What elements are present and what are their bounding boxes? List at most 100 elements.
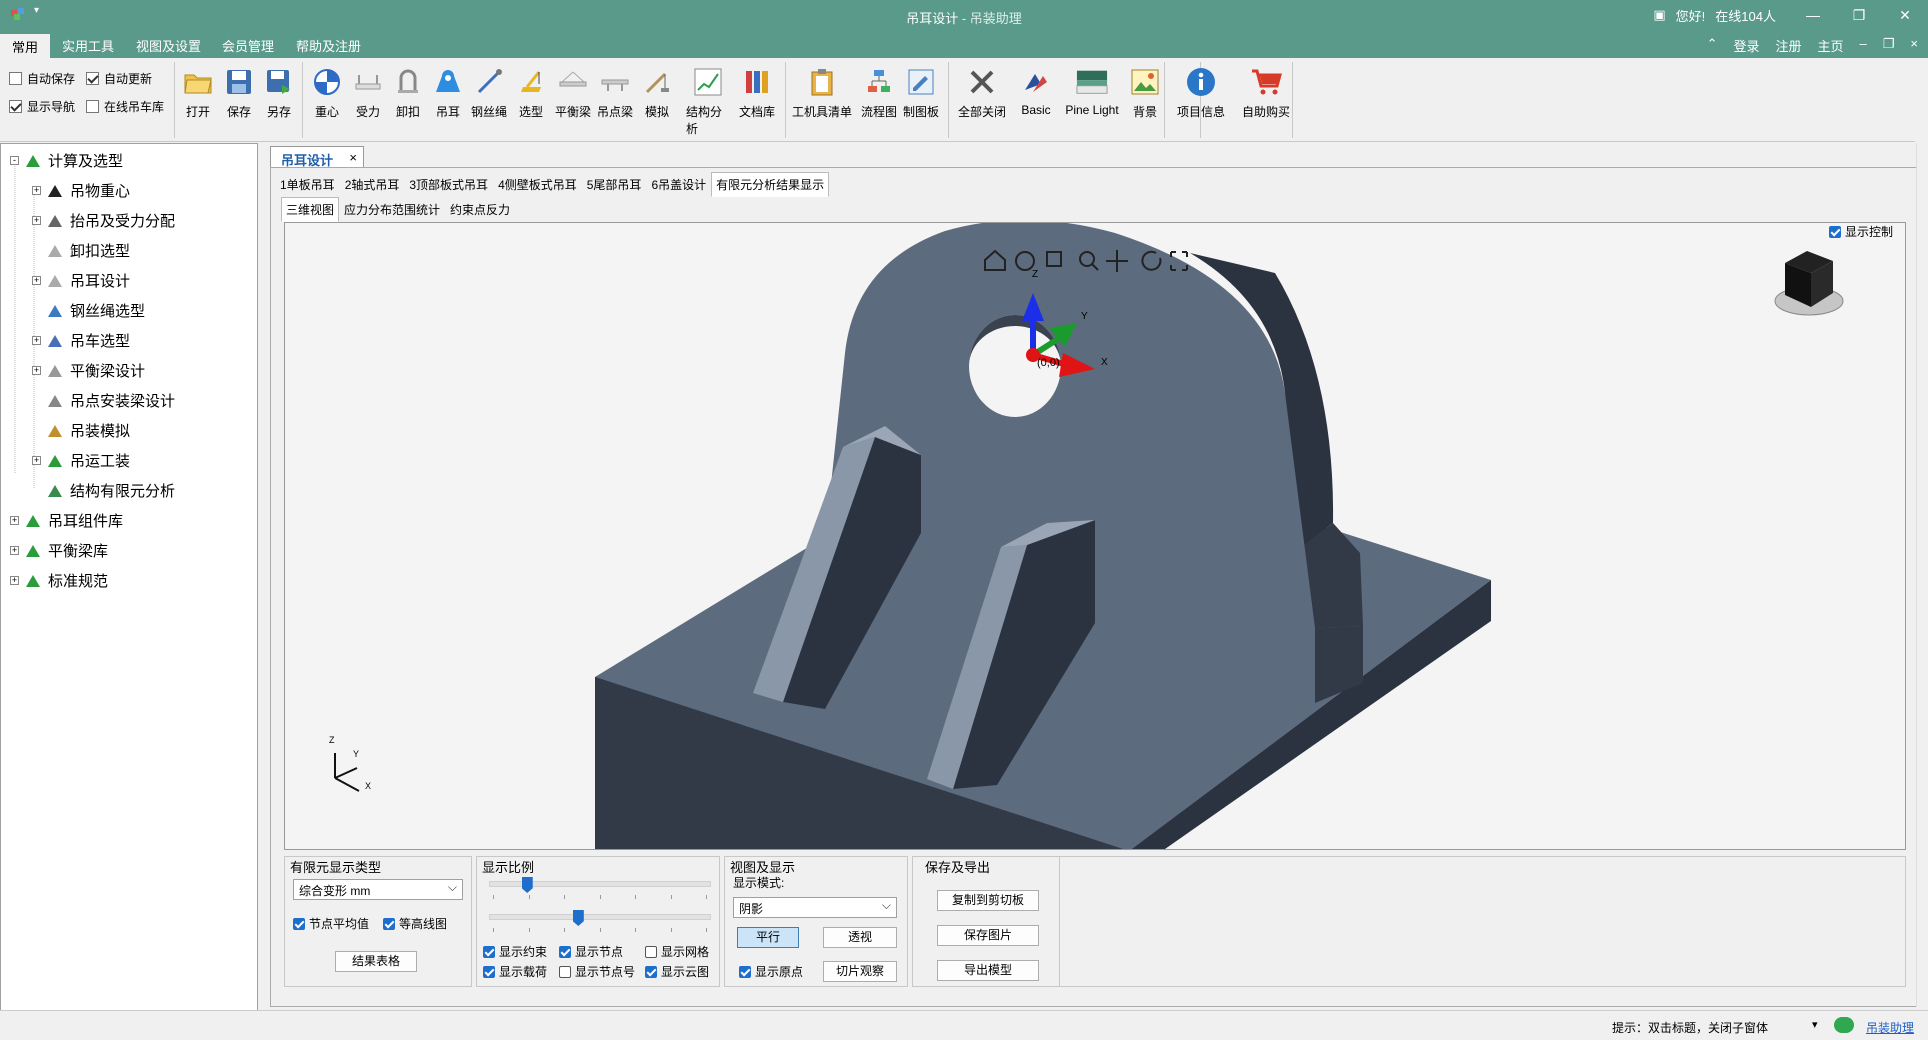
tab-fem-results[interactable]: 有限元分析结果显示: [711, 172, 830, 197]
minimize-button[interactable]: —: [1790, 0, 1836, 30]
fem-type-select[interactable]: 综合变形 mm: [293, 879, 463, 900]
online-count[interactable]: 在线104人: [1715, 6, 1776, 25]
contour-checkbox[interactable]: 等高线图: [383, 915, 447, 932]
tree-expander-icon[interactable]: +: [10, 516, 19, 525]
online-crane-checkbox[interactable]: 在线吊车库: [86, 98, 164, 115]
save-button[interactable]: 保存: [218, 66, 260, 120]
tree-expander-icon[interactable]: +: [10, 546, 19, 555]
menu-tab-member[interactable]: 会员管理: [222, 36, 274, 55]
doc-tab-lug-design[interactable]: 吊耳设计 ×: [270, 146, 364, 168]
tree-item[interactable]: + 吊运工装: [32, 450, 130, 471]
tree-item[interactable]: + 标准规范: [10, 570, 108, 591]
login-link[interactable]: 登录: [1733, 36, 1759, 55]
tree-item[interactable]: 吊装模拟: [32, 420, 130, 441]
tree-item[interactable]: 钢丝绳选型: [32, 300, 145, 321]
crane-select-button[interactable]: 选型: [510, 66, 552, 120]
tree-expander-icon[interactable]: +: [32, 336, 41, 345]
slice-view-button[interactable]: 切片观察: [823, 961, 897, 982]
export-model-button[interactable]: 导出模型: [937, 960, 1039, 981]
tree-expander-icon[interactable]: +: [32, 186, 41, 195]
drawing-board-button[interactable]: 制图板: [900, 66, 942, 120]
tab-stress-stats[interactable]: 应力分布范围统计: [339, 197, 445, 222]
theme-pine-light-button[interactable]: Pine Light: [1062, 66, 1122, 117]
center-of-gravity-button[interactable]: 重心: [306, 66, 348, 120]
vertical-scrollbar[interactable]: [1916, 143, 1928, 1007]
show-nodes-checkbox[interactable]: 显示节点: [559, 943, 623, 960]
theme-basic-button[interactable]: Basic: [1015, 66, 1057, 117]
autoupdate-checkbox[interactable]: 自动更新: [86, 70, 152, 87]
tree-expander-icon[interactable]: -: [10, 156, 19, 165]
save-image-button[interactable]: 保存图片: [937, 925, 1039, 946]
tree-item[interactable]: 吊点安装梁设计: [32, 390, 175, 411]
menu-tab-view[interactable]: 视图及设置: [136, 36, 201, 55]
parallel-button[interactable]: 平行: [737, 927, 799, 948]
menu-tab-tools[interactable]: 实用工具: [62, 36, 114, 55]
toggle-icon[interactable]: [1834, 1017, 1854, 1033]
close-button[interactable]: ✕: [1882, 0, 1928, 30]
close-all-button[interactable]: 全部关闭: [955, 66, 1009, 120]
tree-item[interactable]: + 抬吊及受力分配: [32, 210, 175, 231]
show-constraint-checkbox[interactable]: 显示约束: [483, 943, 547, 960]
restore-button[interactable]: ❐: [1836, 0, 1882, 30]
status-dropdown-icon[interactable]: ▾: [1812, 1018, 1818, 1031]
balance-beam-button[interactable]: 平衡梁: [552, 66, 594, 120]
mdi-close-icon[interactable]: ×: [1910, 36, 1918, 55]
greeting-label[interactable]: 您好!: [1676, 6, 1706, 25]
mdi-restore-icon[interactable]: ❐: [1883, 36, 1895, 55]
simulate-button[interactable]: 模拟: [636, 66, 678, 120]
3d-viewport[interactable]: 显示控制 (0,0) Z Y X Z Y X: [284, 222, 1906, 850]
tree-expander-icon[interactable]: +: [10, 576, 19, 585]
show-mesh-checkbox[interactable]: 显示网格: [645, 943, 709, 960]
open-button[interactable]: 打开: [177, 66, 219, 120]
tab-cover-design[interactable]: 6吊盖设计: [646, 172, 711, 197]
tab-side-wall[interactable]: 4侧壁板式吊耳: [493, 172, 582, 197]
home-link[interactable]: 主页: [1818, 36, 1844, 55]
tree-expander-icon[interactable]: +: [32, 216, 41, 225]
lug-button[interactable]: 吊耳: [427, 66, 469, 120]
tool-list-button[interactable]: 工机具清单: [790, 66, 854, 120]
user-card-icon[interactable]: ▣: [1653, 7, 1665, 23]
collapse-ribbon-icon[interactable]: ⌃: [1707, 36, 1718, 55]
structure-analysis-button[interactable]: 结构分析: [686, 66, 730, 137]
status-link[interactable]: 吊装助理: [1866, 1019, 1914, 1036]
tree-item[interactable]: + 平衡梁库: [10, 540, 108, 561]
show-load-checkbox[interactable]: 显示载荷: [483, 963, 547, 980]
display-mode-select[interactable]: 阴影: [733, 897, 897, 918]
tree-expander-icon[interactable]: +: [32, 456, 41, 465]
tree-item[interactable]: + 吊耳组件库: [10, 510, 123, 531]
perspective-button[interactable]: 透视: [823, 927, 897, 948]
doc-tab-close-icon[interactable]: ×: [349, 150, 357, 165]
menu-tab-help[interactable]: 帮助及注册: [296, 36, 361, 55]
show-control-checkbox[interactable]: 显示控制: [1829, 223, 1893, 240]
project-info-button[interactable]: 项目信息: [1175, 66, 1227, 120]
tree-item[interactable]: - 计算及选型: [10, 150, 123, 171]
tab-single-plate[interactable]: 1单板吊耳: [275, 172, 340, 197]
result-table-button[interactable]: 结果表格: [335, 951, 417, 972]
tab-reaction-forces[interactable]: 约束点反力: [445, 197, 515, 222]
tree-item[interactable]: + 吊物重心: [32, 180, 130, 201]
node-average-checkbox[interactable]: 节点平均值: [293, 915, 369, 932]
shackle-button[interactable]: 卸扣: [387, 66, 429, 120]
tree-item[interactable]: 结构有限元分析: [32, 480, 175, 501]
autosave-checkbox[interactable]: 自动保存: [9, 70, 75, 87]
tree-item[interactable]: 卸扣选型: [32, 240, 130, 261]
copy-clipboard-button[interactable]: 复制到剪切板: [937, 890, 1039, 911]
tree-expander-icon[interactable]: +: [32, 366, 41, 375]
purchase-button[interactable]: 自助购买: [1240, 66, 1292, 120]
tree-item[interactable]: + 吊耳设计: [32, 270, 130, 291]
tree-item[interactable]: + 平衡梁设计: [32, 360, 145, 381]
lift-beam-button[interactable]: 吊点梁: [594, 66, 636, 120]
save-as-button[interactable]: 另存: [258, 66, 300, 120]
tab-3d-view[interactable]: 三维视图: [281, 197, 340, 222]
doc-library-button[interactable]: 文档库: [736, 66, 778, 120]
tree-expander-icon[interactable]: +: [32, 276, 41, 285]
show-nav-checkbox[interactable]: 显示导航: [9, 98, 75, 115]
register-link[interactable]: 注册: [1775, 36, 1801, 55]
show-origin-checkbox[interactable]: 显示原点: [739, 963, 803, 980]
tab-tail-lug[interactable]: 5尾部吊耳: [582, 172, 647, 197]
show-cloud-checkbox[interactable]: 显示云图: [645, 963, 709, 980]
tree-item[interactable]: + 吊车选型: [32, 330, 130, 351]
force-button[interactable]: 受力: [347, 66, 389, 120]
flowchart-button[interactable]: 流程图: [858, 66, 900, 120]
mdi-minimize-icon[interactable]: –: [1860, 36, 1867, 55]
